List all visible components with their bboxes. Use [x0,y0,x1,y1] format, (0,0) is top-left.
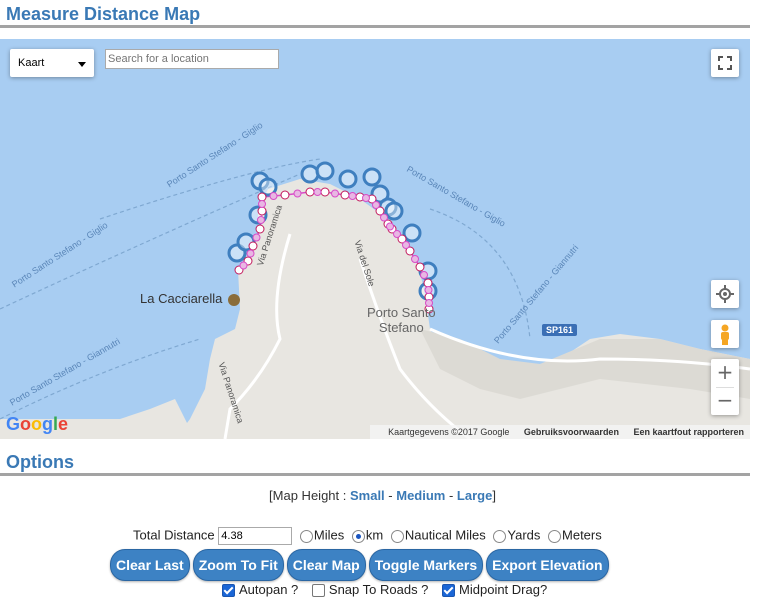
route-midpoint-handle[interactable] [269,192,278,200]
route-vertex[interactable] [415,262,425,272]
route-midpoint-handle[interactable] [380,213,388,222]
route-marker[interactable] [384,201,404,221]
fullscreen-button[interactable] [711,49,739,77]
route-midpoint-handle[interactable] [252,233,261,242]
route-midpoint-handle[interactable] [386,222,394,231]
chevron-down-icon [78,62,86,67]
fullscreen-icon [718,56,732,70]
route-midpoint-handle[interactable] [393,230,401,238]
route-midpoint-handle[interactable] [372,201,380,209]
unit-radio-yards[interactable] [493,529,507,543]
route-marker[interactable] [338,169,358,189]
route-midpoint-handle[interactable] [293,189,302,198]
unit-radio-miles[interactable] [299,529,313,543]
terms-link[interactable]: Gebruiksvoorwaarden [524,427,619,437]
height-large-link[interactable]: Large [457,488,492,503]
option-checkboxes: Autopan ? Snap To Roads ? Midpoint Drag? [212,582,547,598]
my-location-button[interactable] [711,280,739,308]
map-type-select[interactable]: Kaart [10,49,94,77]
location-search-input[interactable] [105,49,279,69]
route-vertex[interactable] [340,190,350,200]
map-attribution: Kaartgegevens ©2017 Google Gebruiksvoorw… [370,425,750,439]
route-vertex[interactable] [305,187,315,197]
midpoint-drag-checkbox[interactable] [442,584,456,598]
route-marker[interactable] [362,167,382,187]
map-graphics [0,158,750,439]
toggle-markers-button[interactable]: Toggle Markers [368,549,484,581]
route-midpoint-handle[interactable] [424,286,433,294]
zoom-to-fit-button[interactable]: Zoom To Fit [192,549,284,581]
zoom-in-button[interactable]: + [711,359,739,387]
snap-to-roads-checkbox[interactable] [311,584,325,598]
options-divider [0,473,750,476]
route-vertex[interactable] [257,206,267,216]
pegman-icon [721,324,729,345]
report-error-link[interactable]: Een kaartfout rapporteren [633,427,744,437]
title-divider [0,25,750,28]
route-vertex[interactable] [257,192,267,202]
route-vertex[interactable] [320,187,330,197]
route-midpoint-handle[interactable] [246,249,255,258]
route-vertex[interactable] [423,278,433,288]
autopan-checkbox[interactable] [222,584,235,598]
route-midpoint-handle[interactable] [313,188,322,196]
height-small-link[interactable]: Small [350,488,385,503]
height-medium-link[interactable]: Medium [396,488,445,503]
clear-map-button[interactable]: Clear Map [286,549,366,581]
google-logo: Google [6,414,69,434]
unit-radio-meters[interactable] [548,529,562,543]
zoom-control: + − [711,359,739,415]
route-vertex[interactable] [255,224,265,234]
street-view-pegman[interactable] [711,320,739,348]
place-label: La Cacciarella [140,291,240,306]
route-midpoint-handle[interactable] [257,216,265,224]
map-height-row: [Map Height : Small - Medium - Large] [269,488,496,503]
town-label: Porto Santo Stefano [367,305,436,335]
route-marker[interactable] [300,164,320,184]
route-midpoint-handle[interactable] [411,255,419,263]
options-heading: Options [6,452,74,472]
route-marker[interactable] [315,161,335,181]
unit-radio-nautical[interactable] [390,529,404,543]
route-midpoint-handle[interactable] [420,271,428,279]
road-badge: SP161 [542,324,578,336]
map-data-credit: Kaartgegevens ©2017 Google [388,427,510,437]
page-title: Measure Distance Map [6,4,201,24]
map-canvas[interactable]: Kaart + − La Cacciarella Porto Santo Ste… [0,39,750,439]
route-midpoint-handle[interactable] [331,189,339,198]
route-midpoint-handle[interactable] [239,261,248,270]
route-midpoint-handle[interactable] [258,200,266,208]
total-distance-label: Total Distance [133,527,215,543]
route-vertex[interactable] [280,190,290,200]
action-buttons: Clear Last Zoom To Fit Clear Map Toggle Mar… [110,549,612,581]
route-vertex[interactable] [248,241,258,251]
crosshair-icon [716,285,734,303]
clear-last-button[interactable]: Clear Last [110,549,190,581]
route-midpoint-handle[interactable] [402,241,410,249]
route-midpoint-handle[interactable] [348,192,357,200]
zoom-out-button[interactable]: − [711,387,739,415]
route-midpoint-handle[interactable] [362,194,370,202]
distance-form: Total Distance Miles km Nautical Miles Y… [133,527,602,545]
export-elevation-button[interactable]: Export Elevation [486,549,609,581]
restaurant-icon [228,293,240,306]
unit-radio-km[interactable] [351,529,365,543]
total-distance-field[interactable] [218,527,293,545]
map-type-value: Kaart [18,57,45,69]
